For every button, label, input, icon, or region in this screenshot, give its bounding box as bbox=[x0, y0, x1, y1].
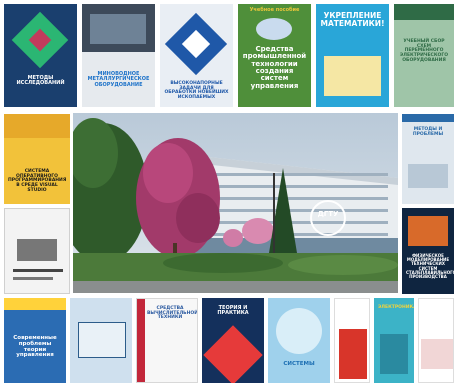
cover-title: СРЕДСТВА ВЫЧИСЛИТЕЛЬНОЙ ТЕХНИКИ bbox=[147, 306, 198, 321]
cover-title: МИНОВОДНОЕ МЕТАЛЛУРГИЧЕСКОЕ ОБОРУДОВАНИЕ bbox=[87, 71, 150, 88]
cover-title: УЧЕБНЫЙ СБОР СХЕМ ПЕРЕМЕННОГО ЭЛЕКТРИЧЕС… bbox=[399, 39, 449, 63]
cover-title: ФИЗИЧЕСКОЕ МОДЕЛИРОВАНИЕ ТЕХНИЧЕСКИХ СИС… bbox=[406, 253, 454, 279]
cover-title: ВЫСОКОНАПОРНЫЕ ЗАДАЧИ ДЛЯ ОБРАБОТКИ НОВЕ… bbox=[164, 81, 229, 101]
book-cover[interactable]: УКРЕПЛЕНИЕ МАТЕМАТИКИ! bbox=[316, 4, 389, 107]
building-sign: ДГТУ bbox=[317, 210, 339, 218]
cover-title: ТЕОРИЯ И ПРАКТИКА bbox=[217, 305, 249, 317]
book-cover[interactable]: ВЫСОКОНАПОРНЫЕ ЗАДАЧИ ДЛЯ ОБРАБОТКИ НОВЕ… bbox=[160, 4, 233, 107]
book-cover[interactable]: Современные проблемы теории управления bbox=[4, 298, 66, 383]
book-cover[interactable] bbox=[418, 298, 454, 383]
cover-title: Современные проблемы теории управления bbox=[13, 335, 57, 359]
book-cover[interactable]: ЭЛЕКТРОНИКА bbox=[374, 298, 414, 383]
book-cover[interactable]: ТЕОРИЯ И ПРАКТИКА bbox=[202, 298, 264, 383]
cover-title: СИСТЕМА ОПЕРАТИВНОГО ПРОГРАММИРОВАНИЯ В … bbox=[8, 169, 67, 193]
campus-photo: ДГТУ bbox=[73, 113, 398, 293]
book-cover[interactable]: МИНОВОДНОЕ МЕТАЛЛУРГИЧЕСКОЕ ОБОРУДОВАНИЕ bbox=[82, 4, 155, 107]
cover-title: Средства промышленной технологии создани… bbox=[242, 45, 307, 90]
book-cover[interactable] bbox=[70, 298, 132, 383]
book-cover[interactable]: МЕТОДЫ И ПРОБЛЕМЫ bbox=[402, 114, 454, 204]
book-cover[interactable] bbox=[334, 298, 370, 383]
book-cover[interactable]: ФИЗИЧЕСКОЕ МОДЕЛИРОВАНИЕ ТЕХНИЧЕСКИХ СИС… bbox=[402, 208, 454, 294]
cover-title: СИСТЕМЫ bbox=[283, 361, 315, 367]
book-cover[interactable]: СИСТЕМА ОПЕРАТИВНОГО ПРОГРАММИРОВАНИЯ В … bbox=[4, 114, 70, 204]
book-cover[interactable]: СИСТЕМЫ bbox=[268, 298, 330, 383]
cover-title: УКРЕПЛЕНИЕ МАТЕМАТИКИ! bbox=[320, 11, 385, 28]
book-cover[interactable]: СРЕДСТВА ВЫЧИСЛИТЕЛЬНОЙ ТЕХНИКИ bbox=[136, 298, 198, 383]
cover-title: ЭЛЕКТРОНИКА bbox=[378, 305, 414, 310]
book-cover[interactable]: УЧЕБНЫЙ СБОР СХЕМ ПЕРЕМЕННОГО ЭЛЕКТРИЧЕС… bbox=[394, 4, 454, 107]
cover-subtitle: Учебное пособие bbox=[249, 7, 300, 13]
cover-title: МЕТОДЫ И ПРОБЛЕМЫ bbox=[412, 127, 444, 137]
book-cover[interactable]: Учебное пособие Средства промышленной те… bbox=[238, 4, 311, 107]
book-cover[interactable]: МЕТОДЫ ИССЛЕДОВАНИЙ bbox=[4, 4, 77, 107]
book-cover[interactable] bbox=[4, 208, 70, 294]
cover-title: МЕТОДЫ ИССЛЕДОВАНИЙ bbox=[16, 75, 65, 87]
